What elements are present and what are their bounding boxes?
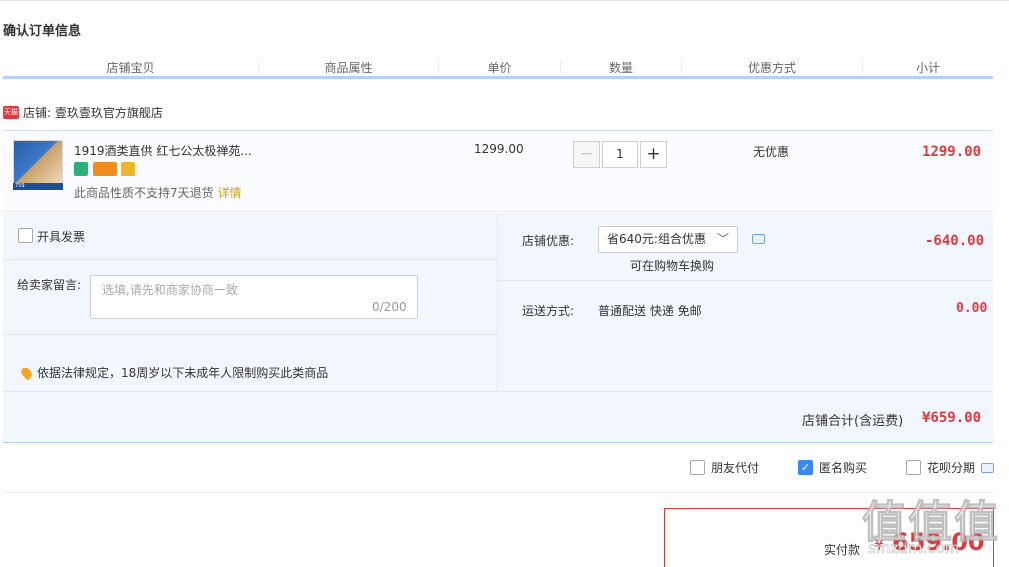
memo-label: 给卖家留言: xyxy=(17,278,82,292)
quantity-decrease-button[interactable]: − xyxy=(573,141,600,168)
card-badge-icon[interactable] xyxy=(93,162,117,176)
thumbnail-tag: 759 xyxy=(13,183,63,190)
shop-total-label: 店铺合计(含运费) xyxy=(802,414,904,429)
shop-name[interactable]: 店铺: 壹玖壹玖官方旗舰店 xyxy=(23,104,163,121)
shop-total-amount: ¥659.00 xyxy=(922,410,982,426)
order-options-panel xyxy=(3,213,993,443)
location-pin-icon xyxy=(19,365,34,380)
column-header-subtotal: 小计 xyxy=(915,61,940,75)
shop-discount-amount: -640.00 xyxy=(925,233,985,249)
grid-badge-icon[interactable] xyxy=(121,162,135,176)
tmall-icon: 天猫 xyxy=(3,106,19,119)
shipping-label: 运送方式: xyxy=(522,304,575,318)
shop-row: 天猫 店铺: 壹玖壹玖官方旗舰店 xyxy=(3,104,163,121)
law-notice-text: 依据法律规定，18周岁以下未成年人限制购买此类商品 xyxy=(37,366,329,380)
memo-char-count: 0/200 xyxy=(372,300,407,314)
promo-method: 无优惠 xyxy=(753,145,790,159)
memo-placeholder: 选填,请先和商家协商一致 xyxy=(102,283,238,297)
item-subtotal: 1299.00 xyxy=(922,144,982,160)
anonymous-label[interactable]: 匿名购买 xyxy=(819,459,867,476)
header-underline xyxy=(3,76,993,79)
service-badge-icon[interactable] xyxy=(74,162,88,176)
friend-pay-label[interactable]: 朋友代付 xyxy=(711,459,759,476)
anonymous-option[interactable]: ✓ 匿名购买 xyxy=(798,459,867,476)
row-divider xyxy=(3,334,497,335)
anonymous-checkbox[interactable]: ✓ xyxy=(798,460,813,475)
row-divider xyxy=(3,259,497,260)
column-header-quantity: 数量 xyxy=(608,61,633,75)
huabei-option[interactable]: 花呗分期 xyxy=(906,459,995,476)
shop-discount-selected: 省640元:组合优惠 xyxy=(607,232,706,246)
product-title[interactable]: 1919酒类直供 红七公太极禅苑... xyxy=(74,142,252,159)
friend-pay-checkbox[interactable] xyxy=(690,460,705,475)
shop-discount-label: 店铺优惠: xyxy=(522,234,575,248)
column-header-price: 单价 xyxy=(487,61,512,75)
column-header-promo: 优惠方式 xyxy=(747,61,796,75)
law-notice: 依据法律规定，18周岁以下未成年人限制购买此类商品 xyxy=(19,364,329,381)
return-policy-note: 此商品性质不支持7天退货 详情 xyxy=(74,184,242,201)
shipping-amount: 0.00 xyxy=(956,301,988,316)
row-divider xyxy=(498,280,993,281)
friend-pay-option[interactable]: 朋友代付 xyxy=(690,459,759,476)
panel-divider xyxy=(497,213,498,391)
quantity-stepper: − 1 + xyxy=(573,141,667,168)
top-divider xyxy=(0,0,1009,1)
return-policy-text: 此商品性质不支持7天退货 xyxy=(74,186,214,200)
huabei-checkbox[interactable] xyxy=(906,460,921,475)
column-header-item: 店铺宝贝 xyxy=(106,61,155,75)
info-icon[interactable] xyxy=(981,462,995,473)
payment-label: 实付款 xyxy=(824,543,861,557)
watermark-url: smzdm.com xyxy=(868,539,960,558)
details-link[interactable]: 详情 xyxy=(218,186,242,200)
options-divider xyxy=(3,492,993,493)
row-divider xyxy=(3,391,993,392)
quantity-increase-button[interactable]: + xyxy=(640,141,667,168)
shipping-value: 普通配送 快递 免邮 xyxy=(598,304,702,318)
page-title: 确认订单信息 xyxy=(3,24,82,39)
shop-discount-select[interactable]: 省640元:组合优惠 ﹀ xyxy=(598,226,738,253)
unit-price: 1299.00 xyxy=(474,142,524,156)
exchange-hint: 可在购物车换购 xyxy=(630,259,715,273)
column-header-attributes: 商品属性 xyxy=(324,61,373,75)
huabei-label[interactable]: 花呗分期 xyxy=(927,459,975,476)
invoice-checkbox[interactable] xyxy=(18,228,33,243)
chevron-down-icon: ﹀ xyxy=(716,232,729,246)
invoice-label[interactable]: 开具发票 xyxy=(37,228,85,245)
chat-icon[interactable] xyxy=(752,234,765,244)
quantity-input[interactable]: 1 xyxy=(602,141,638,168)
